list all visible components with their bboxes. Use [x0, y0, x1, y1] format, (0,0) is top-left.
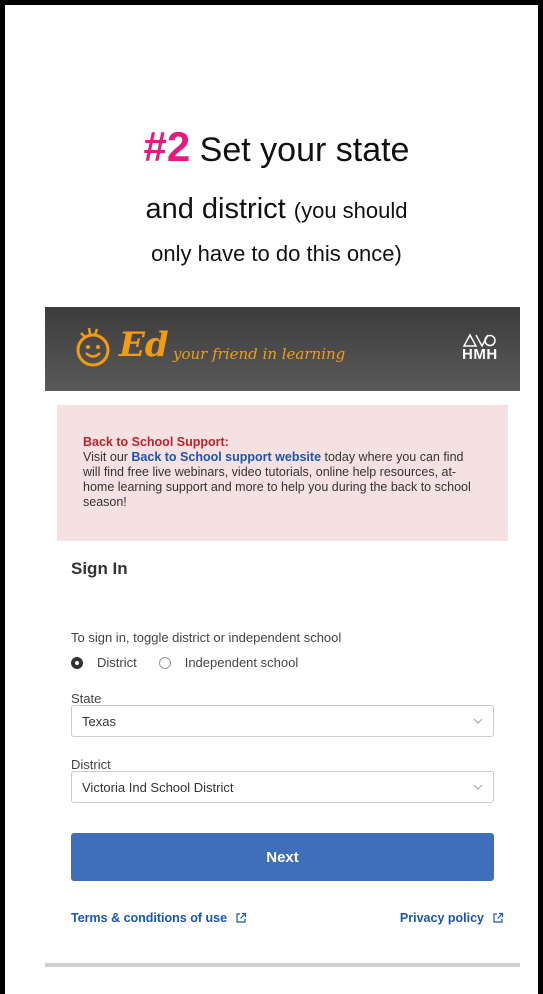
- bottom-divider: [45, 963, 520, 967]
- state-value: Texas: [82, 714, 116, 729]
- banner-body: Visit our Back to School support website…: [83, 450, 482, 510]
- independent-school-radio[interactable]: [158, 656, 171, 669]
- smiley-face-icon: [76, 327, 110, 367]
- ed-logo: Ed: [119, 325, 169, 365]
- hmh-text: HMH: [462, 346, 498, 363]
- instruction-text-2: and district: [145, 193, 294, 225]
- instruction-text-1: Set your state: [190, 131, 410, 169]
- banner-text-start: Visit our: [83, 450, 132, 464]
- instruction-line-3: only have to do this once): [151, 241, 402, 266]
- terms-link[interactable]: Terms & conditions of use: [71, 911, 247, 925]
- page-frame: #2 Set your state and district (you shou…: [0, 0, 543, 994]
- privacy-link[interactable]: Privacy policy: [400, 911, 504, 925]
- district-label: District: [71, 757, 111, 772]
- external-link-icon: [236, 912, 247, 923]
- district-radio-label[interactable]: District: [97, 655, 137, 670]
- terms-link-label: Terms & conditions of use: [71, 911, 228, 925]
- district-value: Victoria Ind School District: [82, 780, 234, 795]
- sign-in-type-toggle: District Independent school: [71, 655, 320, 670]
- chevron-down-icon: [473, 718, 483, 724]
- state-label: State: [71, 691, 102, 706]
- instruction-note: (you should: [293, 198, 408, 223]
- chevron-down-icon: [473, 784, 483, 790]
- external-link-icon: [493, 912, 504, 923]
- hmh-shapes-icon: [462, 333, 496, 347]
- back-to-school-banner: Back to School Support: Visit our Back t…: [57, 405, 508, 541]
- app-screenshot: Ed your friend in learning HMH Back to S…: [45, 307, 520, 967]
- instruction-line-1: #2 Set your state: [5, 123, 543, 171]
- banner-title: Back to School Support:: [83, 435, 229, 449]
- privacy-link-label: Privacy policy: [399, 911, 484, 925]
- tagline: your friend in learning: [173, 345, 346, 363]
- independent-school-radio-label[interactable]: Independent school: [185, 655, 298, 670]
- instruction-line-2: and district (you should: [5, 193, 543, 226]
- support-website-link[interactable]: Back to School support website: [131, 450, 321, 464]
- next-button[interactable]: Next: [71, 833, 494, 881]
- sign-in-heading: Sign In: [71, 559, 128, 578]
- app-header: Ed your friend in learning HMH: [45, 307, 520, 391]
- state-select[interactable]: Texas: [71, 705, 494, 737]
- sign-in-prompt: To sign in, toggle district or independe…: [71, 630, 342, 645]
- step-number: #2: [143, 123, 191, 170]
- district-select[interactable]: Victoria Ind School District: [71, 771, 494, 803]
- district-radio[interactable]: [71, 656, 83, 669]
- hmh-logo: HMH: [462, 333, 498, 363]
